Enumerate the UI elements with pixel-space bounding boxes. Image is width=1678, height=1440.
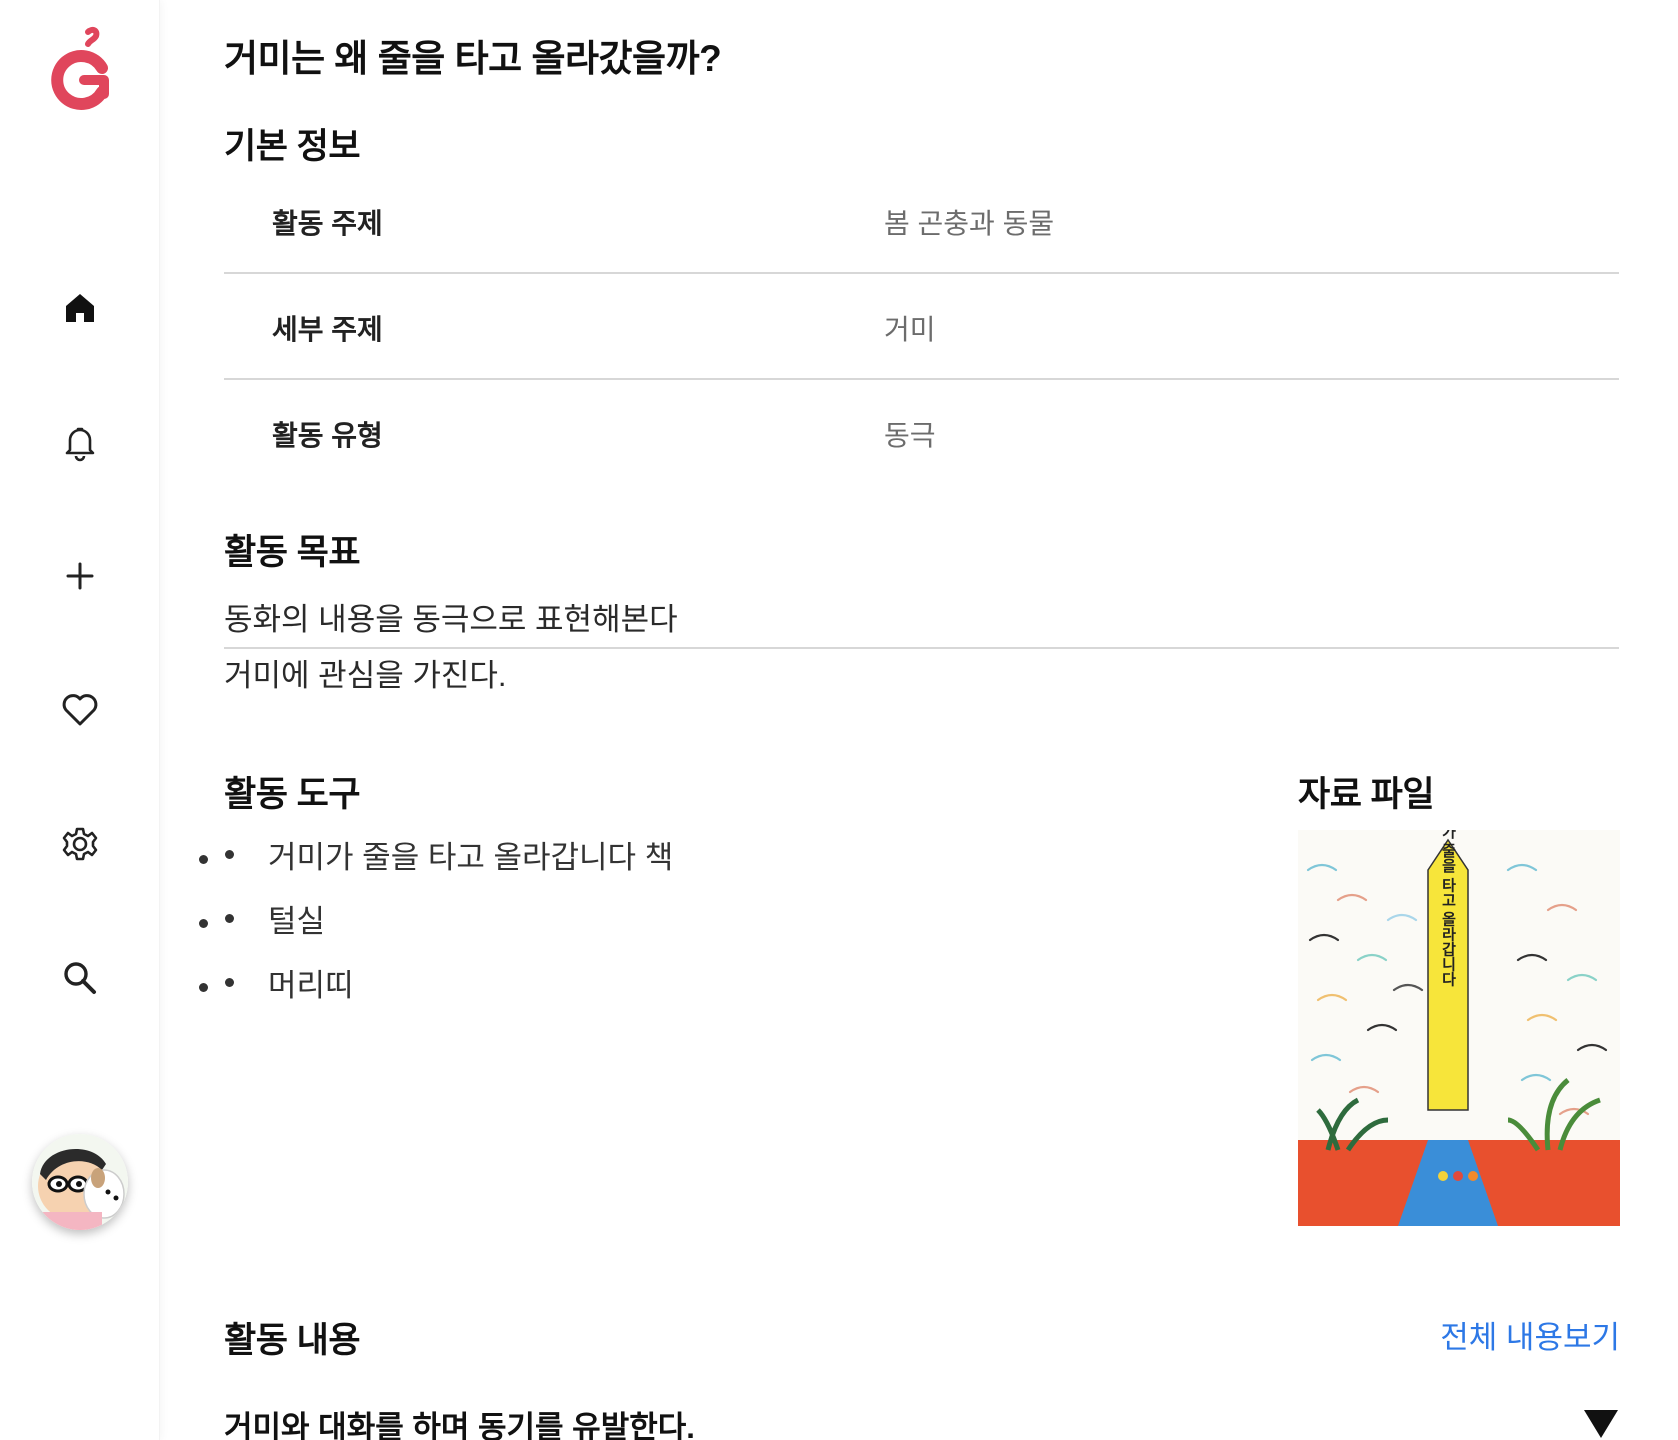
- goal-item: 거미에 관심을 가진다.: [224, 658, 507, 693]
- app: 거미는 왜 줄을 타고 올라갔을까? 기본 정보 활동 주제 봄 곤충과 동물 …: [0, 0, 1678, 1440]
- goals-heading: 활동 목표: [224, 533, 361, 572]
- gear-icon: [62, 827, 98, 861]
- activity-content-heading: 활동 내용: [224, 1321, 361, 1360]
- goal-item: 동화의 내용을 동극으로 표현해본다: [224, 594, 1619, 649]
- triangle-down-icon[interactable]: [1584, 1410, 1618, 1438]
- nav-search-button[interactable]: [50, 948, 110, 1008]
- info-value: 거미: [884, 314, 936, 345]
- view-all-link[interactable]: 전체 내용보기: [1440, 1312, 1620, 1357]
- g-logo-icon[interactable]: [44, 26, 116, 112]
- activity-content-item[interactable]: 거미와 대화를 하며 동기를 유발한다.: [224, 1402, 1620, 1440]
- home-icon: [66, 294, 94, 322]
- info-label: 세부 주제: [272, 314, 383, 345]
- list-item: 털실: [224, 896, 673, 960]
- sidebar: [0, 0, 160, 1440]
- info-label: 활동 유형: [272, 420, 383, 451]
- list-item: 거미가 줄을 타고 올라갑니다 책: [224, 832, 673, 896]
- info-row-subtopic: 세부 주제 거미: [224, 274, 1619, 380]
- info-value: 봄 곤충과 동물: [884, 208, 1055, 239]
- plus-icon: [66, 562, 94, 590]
- bell-icon: [65, 427, 95, 462]
- nav-create-button[interactable]: [50, 546, 110, 606]
- page-title: 거미는 왜 줄을 타고 올라갔을까?: [224, 38, 722, 79]
- activity-content-item-title: 거미와 대화를 하며 동기를 유발한다.: [224, 1410, 695, 1440]
- info-row-topic: 활동 주제 봄 곤충과 동물: [224, 168, 1619, 274]
- info-value: 동극: [884, 420, 936, 451]
- user-avatar[interactable]: [32, 1134, 128, 1230]
- nav-home-button[interactable]: [50, 278, 110, 338]
- tools-heading: 활동 도구: [224, 775, 361, 814]
- tools-list: 거미가 줄을 타고 올라갑니다 책 털실 머리띠: [224, 832, 673, 1024]
- svg-text:거미가 줄을 타고 올라갑니다: 거미가 줄을 타고 올라갑니다: [1440, 830, 1457, 987]
- file-thumbnail[interactable]: 거미가 줄을 타고 올라갑니다: [1298, 794, 1620, 1226]
- info-label: 활동 주제: [272, 208, 383, 239]
- list-item: 머리띠: [224, 960, 673, 1024]
- basic-info-heading: 기본 정보: [224, 127, 361, 166]
- search-icon: [64, 962, 96, 994]
- info-row-type: 활동 유형 동극: [224, 380, 1619, 486]
- heart-icon: [62, 694, 98, 726]
- files-heading: 자료 파일: [1298, 775, 1435, 814]
- nav-favorites-button[interactable]: [50, 680, 110, 740]
- nav-notifications-button[interactable]: [50, 412, 110, 472]
- nav-settings-button[interactable]: [50, 814, 110, 874]
